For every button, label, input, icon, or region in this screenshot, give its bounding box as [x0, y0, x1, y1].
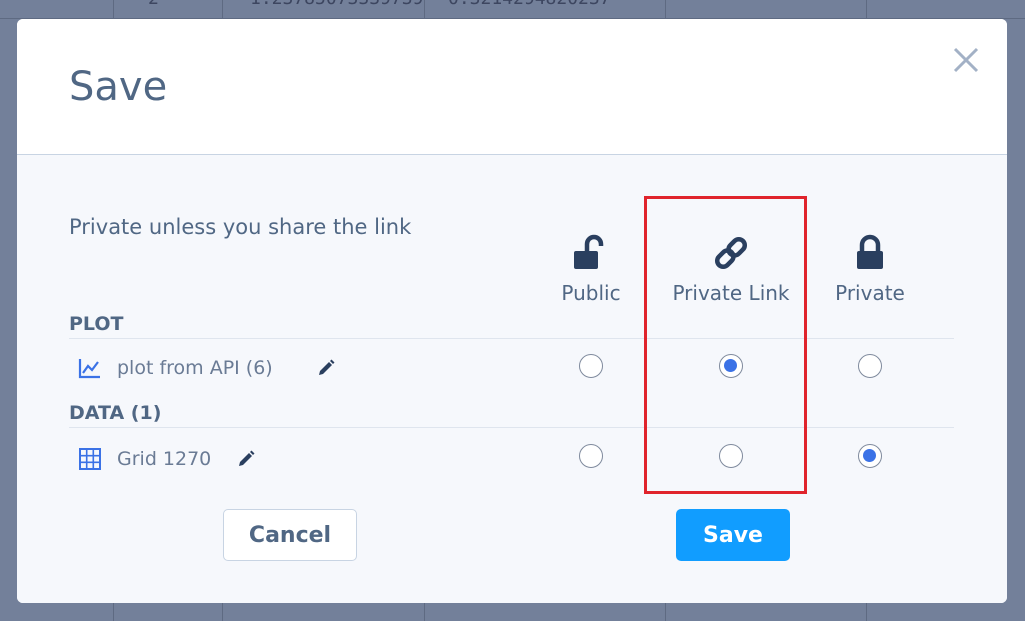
grid-icon	[77, 446, 103, 472]
save-dialog: Save Private unless you share the link P…	[17, 19, 1007, 603]
divider	[69, 338, 954, 339]
line-chart-icon	[77, 355, 103, 381]
list-item-data: Grid 1270	[69, 439, 369, 479]
radio-data-private[interactable]	[858, 444, 882, 468]
divider	[69, 427, 954, 428]
unlock-icon	[521, 233, 661, 273]
privacy-subtitle: Private unless you share the link	[69, 215, 412, 239]
dialog-header: Save	[17, 19, 1007, 155]
section-label-plot: PLOT	[69, 313, 124, 335]
section-label-data: DATA (1)	[69, 402, 162, 424]
item-name[interactable]: Grid 1270	[117, 448, 211, 470]
list-item-plot: plot from API (6)	[69, 348, 369, 388]
dialog-body: Private unless you share the link Public	[17, 155, 1007, 603]
lock-icon	[800, 233, 940, 273]
highlight-box	[644, 196, 807, 494]
pencil-icon[interactable]	[236, 449, 256, 473]
item-name[interactable]: plot from API (6)	[117, 357, 273, 379]
background-cell: 1.23785073339739	[250, 0, 423, 9]
pencil-icon[interactable]	[316, 358, 336, 382]
background-cell: 0.3214294820237	[448, 0, 611, 9]
radio-plot-private[interactable]	[858, 354, 882, 378]
radio-data-public[interactable]	[579, 444, 603, 468]
column-label: Public	[561, 281, 621, 305]
column-public: Public	[521, 233, 661, 305]
close-icon[interactable]	[951, 45, 981, 75]
radio-plot-public[interactable]	[579, 354, 603, 378]
cancel-button[interactable]: Cancel	[223, 509, 357, 561]
dialog-title: Save	[69, 64, 168, 110]
save-button[interactable]: Save	[676, 509, 790, 561]
column-label: Private	[835, 281, 905, 305]
column-private: Private	[800, 233, 940, 305]
background-cell: 2	[148, 0, 159, 9]
